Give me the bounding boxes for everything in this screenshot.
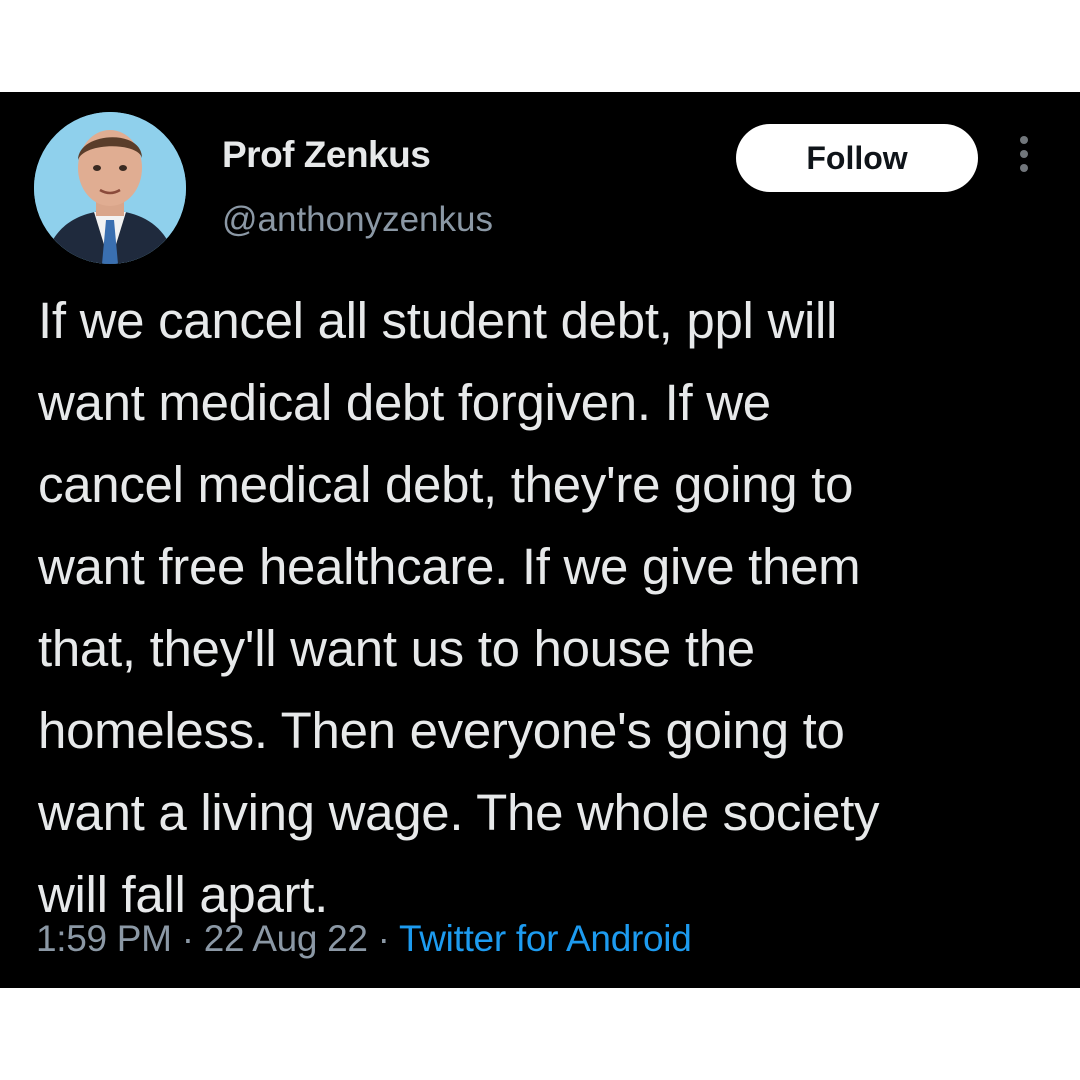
more-dot <box>1020 136 1028 144</box>
more-dot <box>1020 150 1028 158</box>
tweet-time[interactable]: 1:59 PM <box>36 918 172 959</box>
tweet-date[interactable]: 22 Aug 22 <box>204 918 368 959</box>
follow-button[interactable]: Follow <box>736 124 978 192</box>
tweet-text: If we cancel all student debt, ppl will … <box>38 280 1058 936</box>
tweet-card: Prof Zenkus @anthonyzenkus Follow If we … <box>0 92 1080 988</box>
avatar-photo <box>34 112 186 264</box>
more-vertical-icon[interactable] <box>1014 136 1034 180</box>
user-handle[interactable]: @anthonyzenkus <box>222 200 493 240</box>
tweet-source-link[interactable]: Twitter for Android <box>399 918 692 959</box>
tweet-text-line: If we cancel all student debt, ppl will <box>38 292 838 349</box>
tweet-text-line: want free healthcare. If we give them <box>38 538 861 595</box>
more-dot <box>1020 164 1028 172</box>
tweet-text-line: want a living wage. The whole society <box>38 784 880 841</box>
tweet-text-line: that, they'll want us to house the <box>38 620 755 677</box>
display-name[interactable]: Prof Zenkus <box>222 134 431 176</box>
avatar[interactable] <box>34 112 186 264</box>
tweet-text-line: cancel medical debt, they're going to <box>38 456 854 513</box>
tweet-text-line: want medical debt forgiven. If we <box>38 374 771 431</box>
meta-separator: · <box>181 918 194 959</box>
tweet-text-line: homeless. Then everyone's going to <box>38 702 845 759</box>
tweet-metadata: 1:59 PM · 22 Aug 22 · Twitter for Androi… <box>36 918 692 960</box>
meta-separator: · <box>377 918 390 959</box>
